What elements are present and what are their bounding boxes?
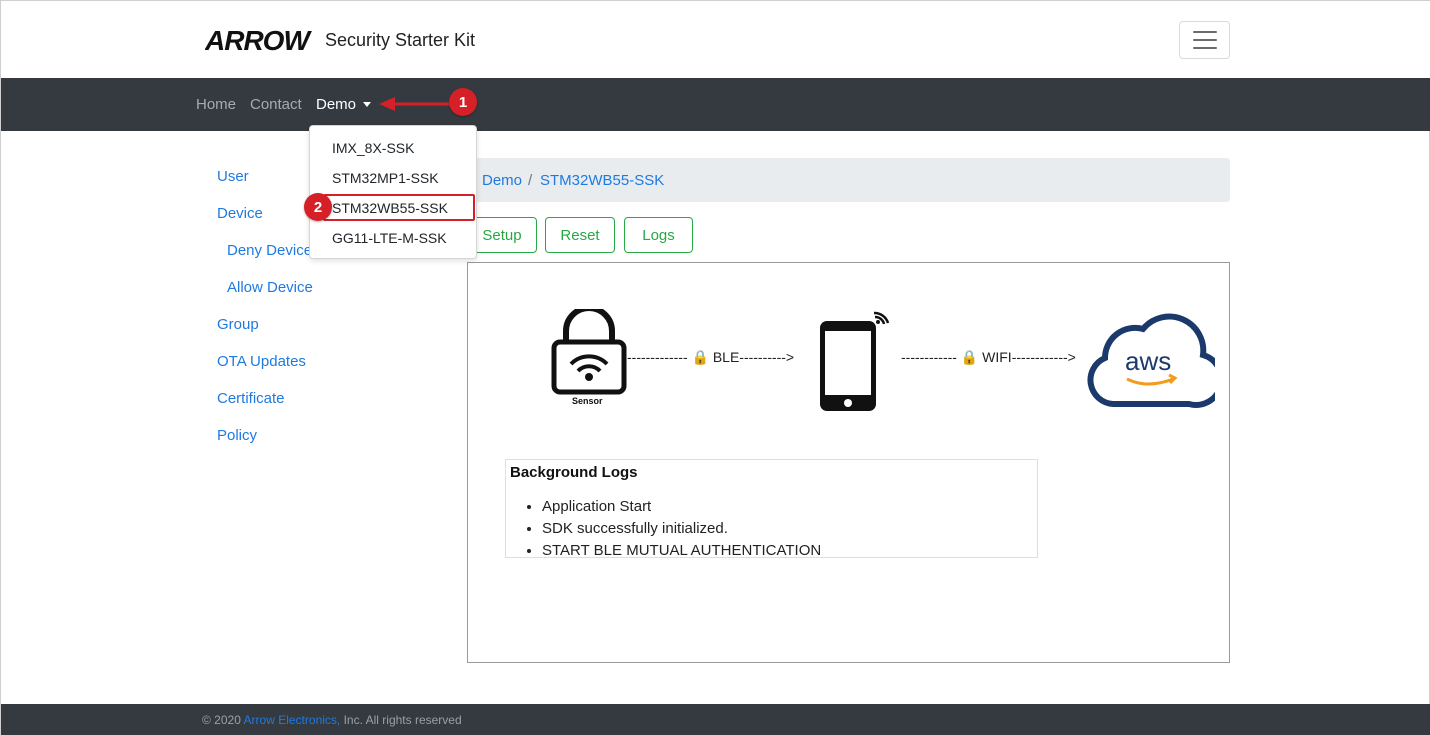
- sensor-label: Sensor: [572, 396, 603, 406]
- sensor-lock-icon: [551, 309, 627, 395]
- dropdown-item-imx8x[interactable]: IMX_8X-SSK: [332, 140, 414, 156]
- log-entry: START BLE MUTUAL AUTHENTICATION: [542, 542, 821, 557]
- sidebar-item-deny-device[interactable]: Deny Device: [227, 242, 312, 259]
- smartphone-icon: [820, 311, 890, 411]
- menu-toggle-button[interactable]: [1179, 21, 1230, 59]
- footer-company-link[interactable]: Arrow Electronics,: [244, 713, 341, 727]
- sidebar-item-user[interactable]: User: [217, 168, 249, 185]
- hamburger-icon: [1192, 31, 1217, 33]
- annotation-highlight-box: [323, 194, 475, 221]
- log-entry: Application Start: [542, 498, 821, 520]
- sidebar-item-policy[interactable]: Policy: [217, 427, 257, 444]
- page: ARROW Security Starter Kit Home Contact …: [0, 0, 1430, 735]
- sidebar-item-certificate[interactable]: Certificate: [217, 390, 285, 407]
- nav-contact[interactable]: Contact: [250, 96, 302, 113]
- sidebar-item-group[interactable]: Group: [217, 316, 259, 333]
- footer-rights: Inc. All rights reserved: [343, 713, 462, 727]
- breadcrumb-separator: /: [528, 172, 533, 189]
- nav-home[interactable]: Home: [196, 96, 236, 113]
- reset-button[interactable]: Reset: [545, 217, 615, 253]
- footer-copyright: © 2020 Arrow Electronics, Inc. All right…: [202, 713, 462, 727]
- sidebar-item-allow-device[interactable]: Allow Device: [227, 279, 313, 296]
- app-title: Security Starter Kit: [325, 30, 476, 50]
- arrow-logo[interactable]: ARROW: [205, 27, 317, 53]
- wifi-link-label: ------------ 🔒 WIFI------------>: [901, 349, 1076, 365]
- svg-text:ARROW: ARROW: [205, 27, 312, 53]
- annotation-arrow-icon: [379, 97, 451, 111]
- demo-dropdown-menu: IMX_8X-SSK STM32MP1-SSK STM32WB55-SSK GG…: [309, 125, 477, 259]
- nav-demo-dropdown[interactable]: Demo: [316, 96, 356, 113]
- setup-button[interactable]: Setup: [467, 217, 537, 253]
- caret-down-icon[interactable]: [363, 102, 371, 107]
- breadcrumb-current[interactable]: STM32WB55-SSK: [540, 172, 664, 189]
- background-logs-panel: Background Logs Application Start SDK su…: [505, 459, 1038, 558]
- breadcrumb-demo-link[interactable]: Demo: [482, 172, 522, 189]
- dropdown-item-gg11[interactable]: GG11-LTE-M-SSK: [332, 230, 447, 246]
- log-entry: SDK successfully initialized.: [542, 520, 821, 542]
- dropdown-item-stm32mp1[interactable]: STM32MP1-SSK: [332, 170, 439, 186]
- annotation-badge-1: 1: [449, 88, 477, 116]
- footer-year: © 2020: [202, 713, 241, 727]
- sidebar-item-device[interactable]: Device: [217, 205, 263, 222]
- sidebar-item-ota-updates[interactable]: OTA Updates: [217, 353, 306, 370]
- annotation-badge-2: 2: [304, 193, 332, 221]
- logs-title: Background Logs: [510, 464, 638, 481]
- logs-button[interactable]: Logs: [624, 217, 693, 253]
- ble-link-label: ------------- 🔒 BLE---------->: [627, 349, 795, 365]
- logs-list: Application Start SDK successfully initi…: [542, 498, 821, 557]
- aws-cloud-icon: aws: [1087, 313, 1215, 408]
- svg-text:aws: aws: [1125, 346, 1171, 376]
